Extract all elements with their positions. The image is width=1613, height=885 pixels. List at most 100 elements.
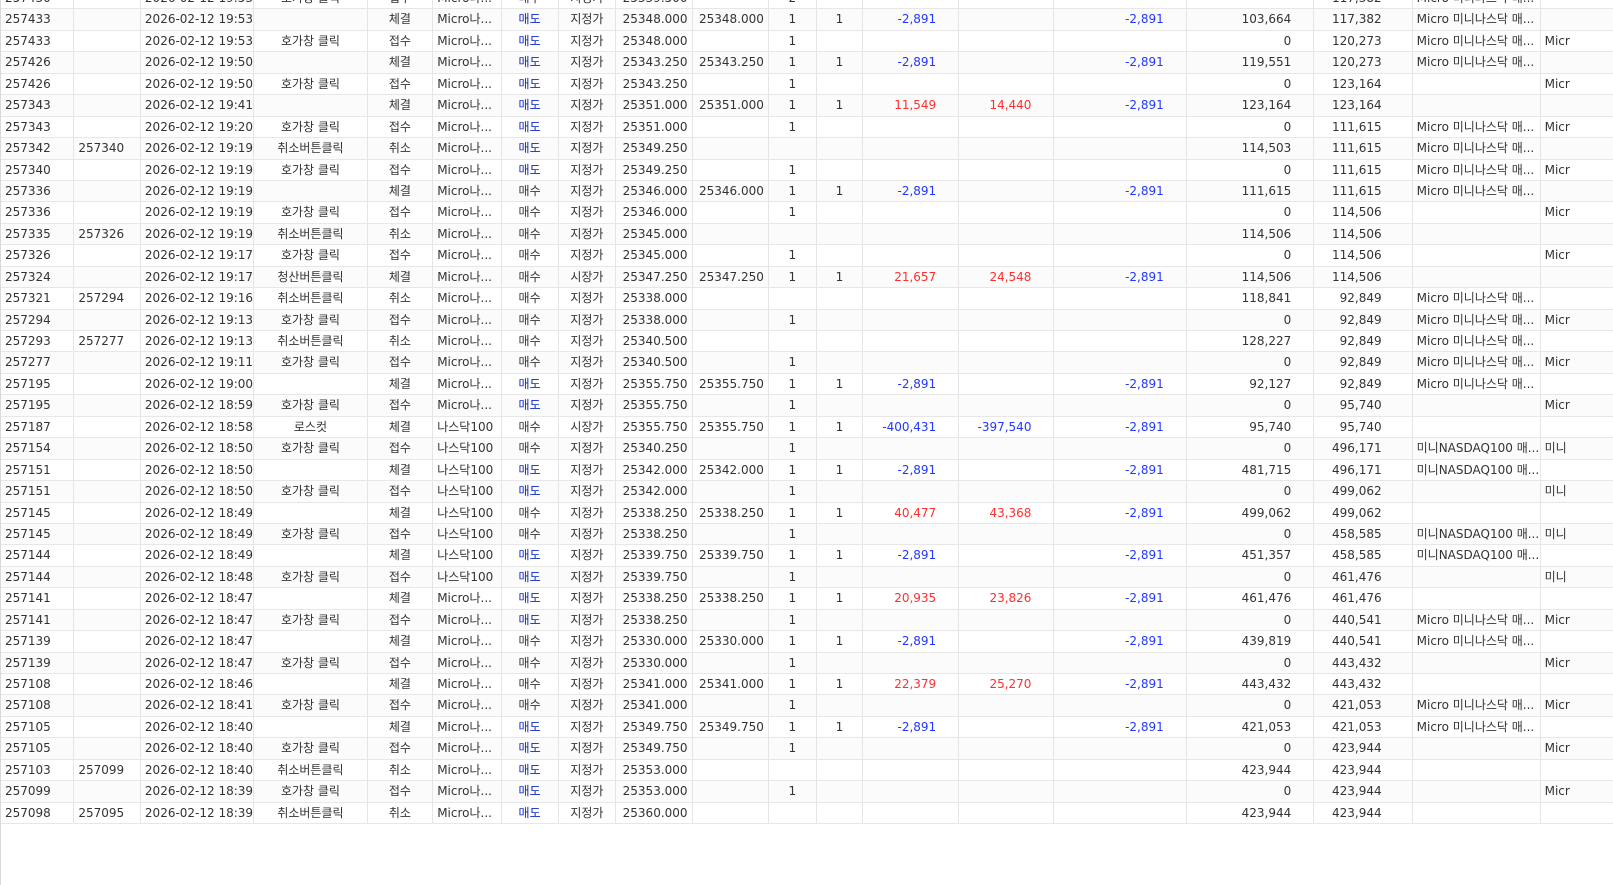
table-row[interactable]: 257103 257099 2026-02-12 18:40... 취소버튼클릭 취소 M…: [1, 759, 1613, 782]
table-row[interactable]: 257151 2026-02-12 18:50... 체결 나스닥100 매도 지정가 25…: [1, 459, 1613, 482]
table-row[interactable]: 257099 2026-02-12 18:39... 호가창 클릭 접수 Micro나.…: [1, 781, 1613, 803]
original-order-number-cell: [74, 373, 141, 395]
table-row[interactable]: 257326 2026-02-12 19:17... 호가창 클릭 접수 Micro나.…: [1, 245, 1613, 267]
table-row[interactable]: 257139 2026-02-12 18:47... 호가창 클릭 접수 Micro나.…: [1, 652, 1613, 674]
order-time-cell: 2026-02-12 19:19...: [141, 202, 255, 223]
order-type-cell: 지정가: [559, 716, 617, 738]
balance-change-cell: 0: [1187, 395, 1315, 416]
fill-quantity-cell: [817, 309, 863, 330]
order-type-cell: 지정가: [559, 116, 617, 138]
table-row[interactable]: 257139 2026-02-12 18:47... 체결 Micro나... 매수 지정…: [1, 631, 1613, 653]
table-row[interactable]: 257293 257277 2026-02-12 19:13... 취소버튼클릭 취소 M…: [1, 331, 1613, 353]
table-row[interactable]: 257141 2026-02-12 18:47... 호가창 클릭 접수 Micro나.…: [1, 609, 1613, 632]
table-row[interactable]: 257430 2026-02-12 19:53...호가창 클릭접수Micro나.…: [1, 0, 1613, 10]
table-row[interactable]: 257098 257095 2026-02-12 18:39... 취소버튼클릭 취소 M…: [1, 802, 1613, 825]
side-cell: 매수: [502, 180, 559, 202]
fill-price-cell: 25346.000: [693, 180, 769, 202]
table-row[interactable]: 257195 2026-02-12 18:59... 호가창 클릭 접수 Micro나.…: [1, 395, 1613, 417]
status-cell: 접수: [368, 309, 434, 330]
order-number-cell: 257277: [1, 352, 75, 373]
order-type-cell: 지정가: [559, 159, 617, 180]
table-row[interactable]: 257342 257340 2026-02-12 19:19... 취소버튼클릭 취소 M…: [1, 138, 1613, 160]
order-number-cell: 257141: [1, 609, 75, 631]
product-short-cell: Micro나...: [433, 95, 502, 116]
action-type-cell: 취소버튼클릭: [254, 288, 368, 309]
gross-pnl-cell: [959, 352, 1055, 373]
fill-price-cell: 25355.750: [693, 416, 769, 438]
order-type-cell: 지정가: [559, 73, 617, 95]
balance-change-cell: 103,664: [1187, 9, 1315, 30]
table-row[interactable]: 257141 2026-02-12 18:47... 체결 Micro나... 매도 지정…: [1, 588, 1613, 610]
order-price-cell: 25351.000: [616, 95, 693, 116]
table-row[interactable]: 257145 2026-02-12 18:49... 호가창 클릭 접수 나스닥100 매…: [1, 523, 1613, 546]
table-row[interactable]: 257105 2026-02-12 18:40... 호가창 클릭 접수 Micro나.…: [1, 738, 1613, 760]
gross-pnl-cell: [959, 523, 1055, 545]
table-row[interactable]: 257433 2026-02-12 19:53... 호가창 클릭 접수 Micro나.…: [1, 30, 1613, 53]
side-cell: 매수: [502, 0, 559, 9]
table-row[interactable]: 257336 2026-02-12 19:19... 호가창 클릭 접수 Micro나.…: [1, 202, 1613, 224]
table-row[interactable]: 257108 2026-02-12 18:46... 체결 Micro나... 매수 지정…: [1, 674, 1613, 696]
fill-price-cell: 25338.250: [693, 588, 769, 609]
balance-total-cell: 496,171: [1314, 459, 1413, 481]
balance-change-cell: 0: [1187, 609, 1315, 631]
table-row[interactable]: 257433 2026-02-12 19:53... 체결 Micro나... 매도 지정…: [1, 9, 1613, 31]
table-row[interactable]: 257154 2026-02-12 18:50... 호가창 클릭 접수 나스닥100 매…: [1, 438, 1613, 460]
status-cell: 접수: [368, 523, 434, 545]
order-time-cell: 2026-02-12 19:19...: [141, 159, 255, 180]
order-number-cell: 257324: [1, 266, 75, 288]
order-type-cell: 지정가: [559, 674, 617, 695]
table-row[interactable]: 257145 2026-02-12 18:49... 체결 나스닥100 매수 지정가 25…: [1, 502, 1613, 524]
table-row[interactable]: 257426 2026-02-12 19:50... 체결 Micro나... 매도 지정…: [1, 52, 1613, 74]
table-row[interactable]: 257108 2026-02-12 18:41... 호가창 클릭 접수 Micro나.…: [1, 695, 1613, 717]
table-row[interactable]: 257336 2026-02-12 19:19... 체결 Micro나... 매수 지정…: [1, 180, 1613, 203]
fill-quantity-cell: 1: [817, 416, 863, 438]
table-row[interactable]: 257335 257326 2026-02-12 19:19... 취소버튼클릭 취소 M…: [1, 223, 1613, 246]
table-row[interactable]: 257426 2026-02-12 19:50... 호가창 클릭 접수 Micro나.…: [1, 73, 1613, 96]
action-type-cell: 호가창 클릭: [254, 245, 368, 266]
order-time-cell: 2026-02-12 18:40...: [141, 759, 255, 781]
table-row[interactable]: 257277 2026-02-12 19:11... 호가창 클릭 접수 Micro나.…: [1, 352, 1613, 374]
action-type-cell: 호가창 클릭: [254, 695, 368, 716]
table-row[interactable]: 257105 2026-02-12 18:40... 체결 Micro나... 매도 지정…: [1, 716, 1613, 739]
fee-cell: -2,891: [1054, 373, 1187, 395]
table-row[interactable]: 257294 2026-02-12 19:13... 호가창 클릭 접수 Micro나.…: [1, 309, 1613, 331]
realized-pnl-cell: -2,891: [863, 373, 960, 395]
fill-quantity-cell: [817, 609, 863, 631]
product-extra-cell: [1541, 631, 1613, 652]
order-price-cell: 25348.000: [616, 30, 693, 52]
balance-change-cell: 461,476: [1187, 588, 1315, 609]
realized-pnl-cell: -2,891: [863, 631, 960, 652]
realized-pnl-cell: 21,657: [863, 266, 960, 288]
fee-cell: [1054, 759, 1187, 781]
table-row[interactable]: 257324 2026-02-12 19:17... 청산버튼클릭 체결 Micro나.…: [1, 266, 1613, 289]
order-history-grid[interactable]: 2574302026-02-12 19:53...호가창 클릭접수Micro나.…: [0, 0, 1613, 885]
table-row[interactable]: 257340 2026-02-12 19:19... 호가창 클릭 접수 Micro나.…: [1, 159, 1613, 181]
product-short-cell: 나스닥100: [433, 545, 502, 566]
table-row[interactable]: 257144 2026-02-12 18:49... 체결 나스닥100 매도 지정가 25…: [1, 545, 1613, 567]
fill-price-cell: [693, 802, 769, 824]
table-row[interactable]: 257144 2026-02-12 18:48... 호가창 클릭 접수 나스닥100 매…: [1, 566, 1613, 589]
fee-cell: -2,891: [1054, 545, 1187, 566]
table-row[interactable]: 257321 257294 2026-02-12 19:16... 취소버튼클릭 취소 M…: [1, 288, 1613, 310]
table-row[interactable]: 257151 2026-02-12 18:50... 호가창 클릭 접수 나스닥100 매…: [1, 481, 1613, 503]
gross-pnl-cell: [959, 545, 1055, 566]
table-row[interactable]: 257343 2026-02-12 19:20... 호가창 클릭 접수 Micro나.…: [1, 116, 1613, 139]
product-name-cell: [1413, 266, 1541, 288]
quantity-cell: 1: [769, 245, 817, 266]
table-row[interactable]: 257343 2026-02-12 19:41... 체결 Micro나... 매도 지정…: [1, 95, 1613, 117]
action-type-cell: 취소버튼클릭: [254, 223, 368, 245]
balance-total-cell: 117,382: [1314, 9, 1413, 30]
fill-quantity-cell: 1: [817, 674, 863, 695]
order-type-cell: 지정가: [559, 138, 617, 159]
product-extra-cell: Micr: [1541, 159, 1613, 180]
original-order-number-cell: [74, 245, 141, 266]
order-history-rows: 2574302026-02-12 19:53...호가창 클릭접수Micro나.…: [1, 0, 1613, 825]
fill-quantity-cell: 1: [817, 180, 863, 202]
fill-quantity-cell: 1: [817, 95, 863, 116]
balance-total-cell: 458,585: [1314, 545, 1413, 566]
side-cell: 매도: [502, 459, 559, 481]
table-row[interactable]: 257187 2026-02-12 18:58... 로스컷 체결 나스닥100 매수 시장…: [1, 416, 1613, 439]
side-cell: 매수: [502, 438, 559, 459]
table-row[interactable]: 257195 2026-02-12 19:00... 체결 Micro나... 매도 지정…: [1, 373, 1613, 396]
gross-pnl-cell: [959, 781, 1055, 802]
